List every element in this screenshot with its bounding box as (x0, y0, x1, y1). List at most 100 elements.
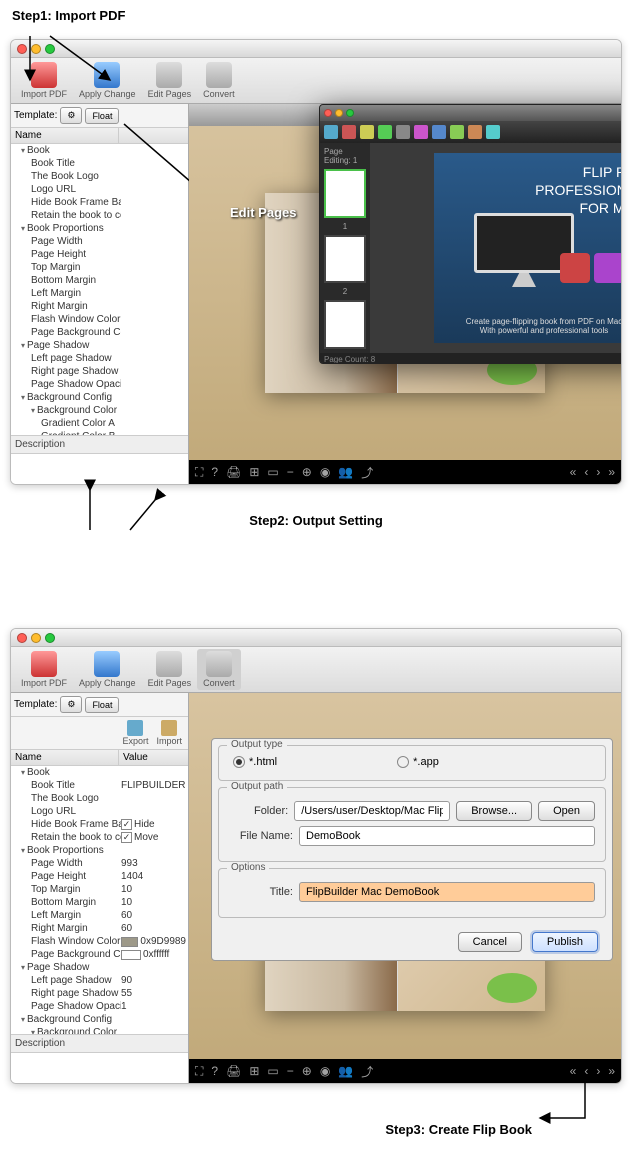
tree-row[interactable]: Page Shadow Opacity (11, 378, 188, 391)
tree-row[interactable]: Top Margin (11, 261, 188, 274)
property-tree[interactable]: BookBook TitleThe Book LogoLogo URLHide … (11, 144, 188, 436)
editor-tool-icon[interactable] (486, 125, 500, 139)
tree-row[interactable]: Page Shadow (11, 339, 188, 352)
tree-row[interactable]: Flash Window Color (11, 313, 188, 326)
editor-close-icon[interactable] (324, 109, 332, 117)
tree-row[interactable]: Book Proportions (11, 222, 188, 235)
folder-input[interactable] (294, 801, 450, 821)
zoom-out-icon[interactable]: − (287, 465, 294, 479)
sound-icon[interactable]: ▭ (267, 1064, 278, 1078)
tree-row[interactable]: Right Margin60 (11, 922, 188, 935)
float-button[interactable]: Float (85, 108, 119, 124)
import-pdf-button[interactable]: Import PDF (15, 60, 73, 101)
tree-row[interactable]: Background Color (11, 1026, 188, 1035)
share-icon[interactable]: ⤴ (361, 464, 373, 481)
editor-tool-icon[interactable] (324, 125, 338, 139)
tree-row[interactable]: Book Proportions (11, 844, 188, 857)
editor-minimize-icon[interactable] (335, 109, 343, 117)
zoom-out-icon[interactable]: − (287, 1064, 294, 1078)
thumbnail-2[interactable] (324, 235, 366, 284)
help-icon[interactable]: ? (211, 1064, 218, 1078)
property-tree[interactable]: BookBook TitleFLIPBUILDER...The Book Log… (11, 766, 188, 1035)
float-button[interactable]: Float (85, 697, 119, 713)
thumbnail-1[interactable] (324, 169, 366, 218)
tree-row[interactable]: Page Background Color (11, 326, 188, 339)
social-icon[interactable]: 👥 (338, 1064, 353, 1078)
tree-row[interactable]: Retain the book to centerMove (11, 831, 188, 844)
tree-row[interactable]: Background Color (11, 404, 188, 417)
autoflip-icon[interactable]: ◉ (320, 465, 330, 479)
tree-row[interactable]: Right page Shadow55 (11, 987, 188, 1000)
tree-row[interactable]: Page Width (11, 235, 188, 248)
editor-tool-icon[interactable] (396, 125, 410, 139)
tree-row[interactable]: Background Config (11, 391, 188, 404)
minimize-icon[interactable] (31, 44, 41, 54)
tree-row[interactable]: Right Margin (11, 300, 188, 313)
apply-change-button[interactable]: Apply Change (73, 60, 142, 101)
tree-row[interactable]: Gradient Color A (11, 417, 188, 430)
tree-row[interactable]: Background Config (11, 1013, 188, 1026)
output-app-radio[interactable]: *.app (397, 756, 439, 768)
editor-tool-icon[interactable] (432, 125, 446, 139)
nav-first-icon[interactable]: « (570, 465, 577, 479)
nav-last-icon[interactable]: » (608, 465, 615, 479)
zoom-in-icon[interactable]: ⊕ (302, 465, 312, 479)
close-icon[interactable] (17, 44, 27, 54)
tree-row[interactable]: Book (11, 144, 188, 157)
tree-row[interactable]: Logo URL (11, 183, 188, 196)
tree-row[interactable]: Book (11, 766, 188, 779)
fullscreen-icon[interactable]: ⛶ (195, 465, 203, 480)
editor-zoom-icon[interactable] (346, 109, 354, 117)
tree-row[interactable]: Page Height (11, 248, 188, 261)
tree-row[interactable]: Hide Book Frame BarHide (11, 818, 188, 831)
tree-row[interactable]: Page Height1404 (11, 870, 188, 883)
social-icon[interactable]: 👥 (338, 465, 353, 479)
tree-row[interactable]: Flash Window Color0x9D9989 (11, 935, 188, 948)
tree-row[interactable]: Right page Shadow (11, 365, 188, 378)
zoom-icon[interactable] (45, 44, 55, 54)
tree-row[interactable]: The Book Logo (11, 170, 188, 183)
tree-row[interactable]: Left page Shadow90 (11, 974, 188, 987)
tree-row[interactable]: Book TitleFLIPBUILDER... (11, 779, 188, 792)
sound-icon[interactable]: ▭ (267, 465, 278, 479)
share-icon[interactable]: ⤴ (361, 1063, 373, 1080)
convert-button[interactable]: Convert (197, 649, 241, 690)
editor-canvas[interactable]: FLIP PDF PROFESSIONAL FOR MAC (370, 143, 622, 353)
tree-row[interactable]: Bottom Margin10 (11, 896, 188, 909)
tree-row[interactable]: Left page Shadow (11, 352, 188, 365)
tree-row[interactable]: Page Width993 (11, 857, 188, 870)
edit-pages-button[interactable]: Edit Pages (142, 60, 198, 101)
zoom-icon[interactable] (45, 633, 55, 643)
tree-row[interactable]: Page Shadow (11, 961, 188, 974)
help-icon[interactable]: ? (211, 465, 218, 479)
tree-row[interactable]: Left Margin60 (11, 909, 188, 922)
thumbnails-icon[interactable]: ⊞ (249, 1064, 259, 1078)
edit-pages-button[interactable]: Edit Pages (142, 649, 198, 690)
tree-row[interactable]: Page Shadow Opacity1 (11, 1000, 188, 1013)
cancel-button[interactable]: Cancel (458, 932, 522, 952)
print-icon[interactable]: 🖨 (226, 1064, 241, 1078)
editor-tool-icon[interactable] (468, 125, 482, 139)
fullscreen-icon[interactable]: ⛶ (195, 1064, 203, 1079)
nav-first-icon[interactable]: « (570, 1064, 577, 1078)
title-input[interactable] (299, 882, 595, 902)
tree-row[interactable]: Bottom Margin (11, 274, 188, 287)
filename-input[interactable] (299, 826, 595, 846)
tree-row[interactable]: Top Margin10 (11, 883, 188, 896)
autoflip-icon[interactable]: ◉ (320, 1064, 330, 1078)
open-button[interactable]: Open (538, 801, 595, 821)
editor-tool-icon[interactable] (360, 125, 374, 139)
nav-next-icon[interactable]: › (596, 465, 600, 479)
tree-row[interactable]: Left Margin (11, 287, 188, 300)
output-html-radio[interactable]: *.html (233, 756, 277, 768)
browse-button[interactable]: Browse... (456, 801, 532, 821)
tree-row[interactable]: Page Background Color0xffffff (11, 948, 188, 961)
convert-button[interactable]: Convert (197, 60, 241, 101)
tree-row[interactable]: Hide Book Frame Bar (11, 196, 188, 209)
print-icon[interactable]: 🖨 (226, 465, 241, 479)
editor-tool-icon[interactable] (378, 125, 392, 139)
editor-tool-icon[interactable] (414, 125, 428, 139)
editor-tool-icon[interactable] (450, 125, 464, 139)
thumbnails-icon[interactable]: ⊞ (249, 465, 259, 479)
nav-last-icon[interactable]: » (608, 1064, 615, 1078)
